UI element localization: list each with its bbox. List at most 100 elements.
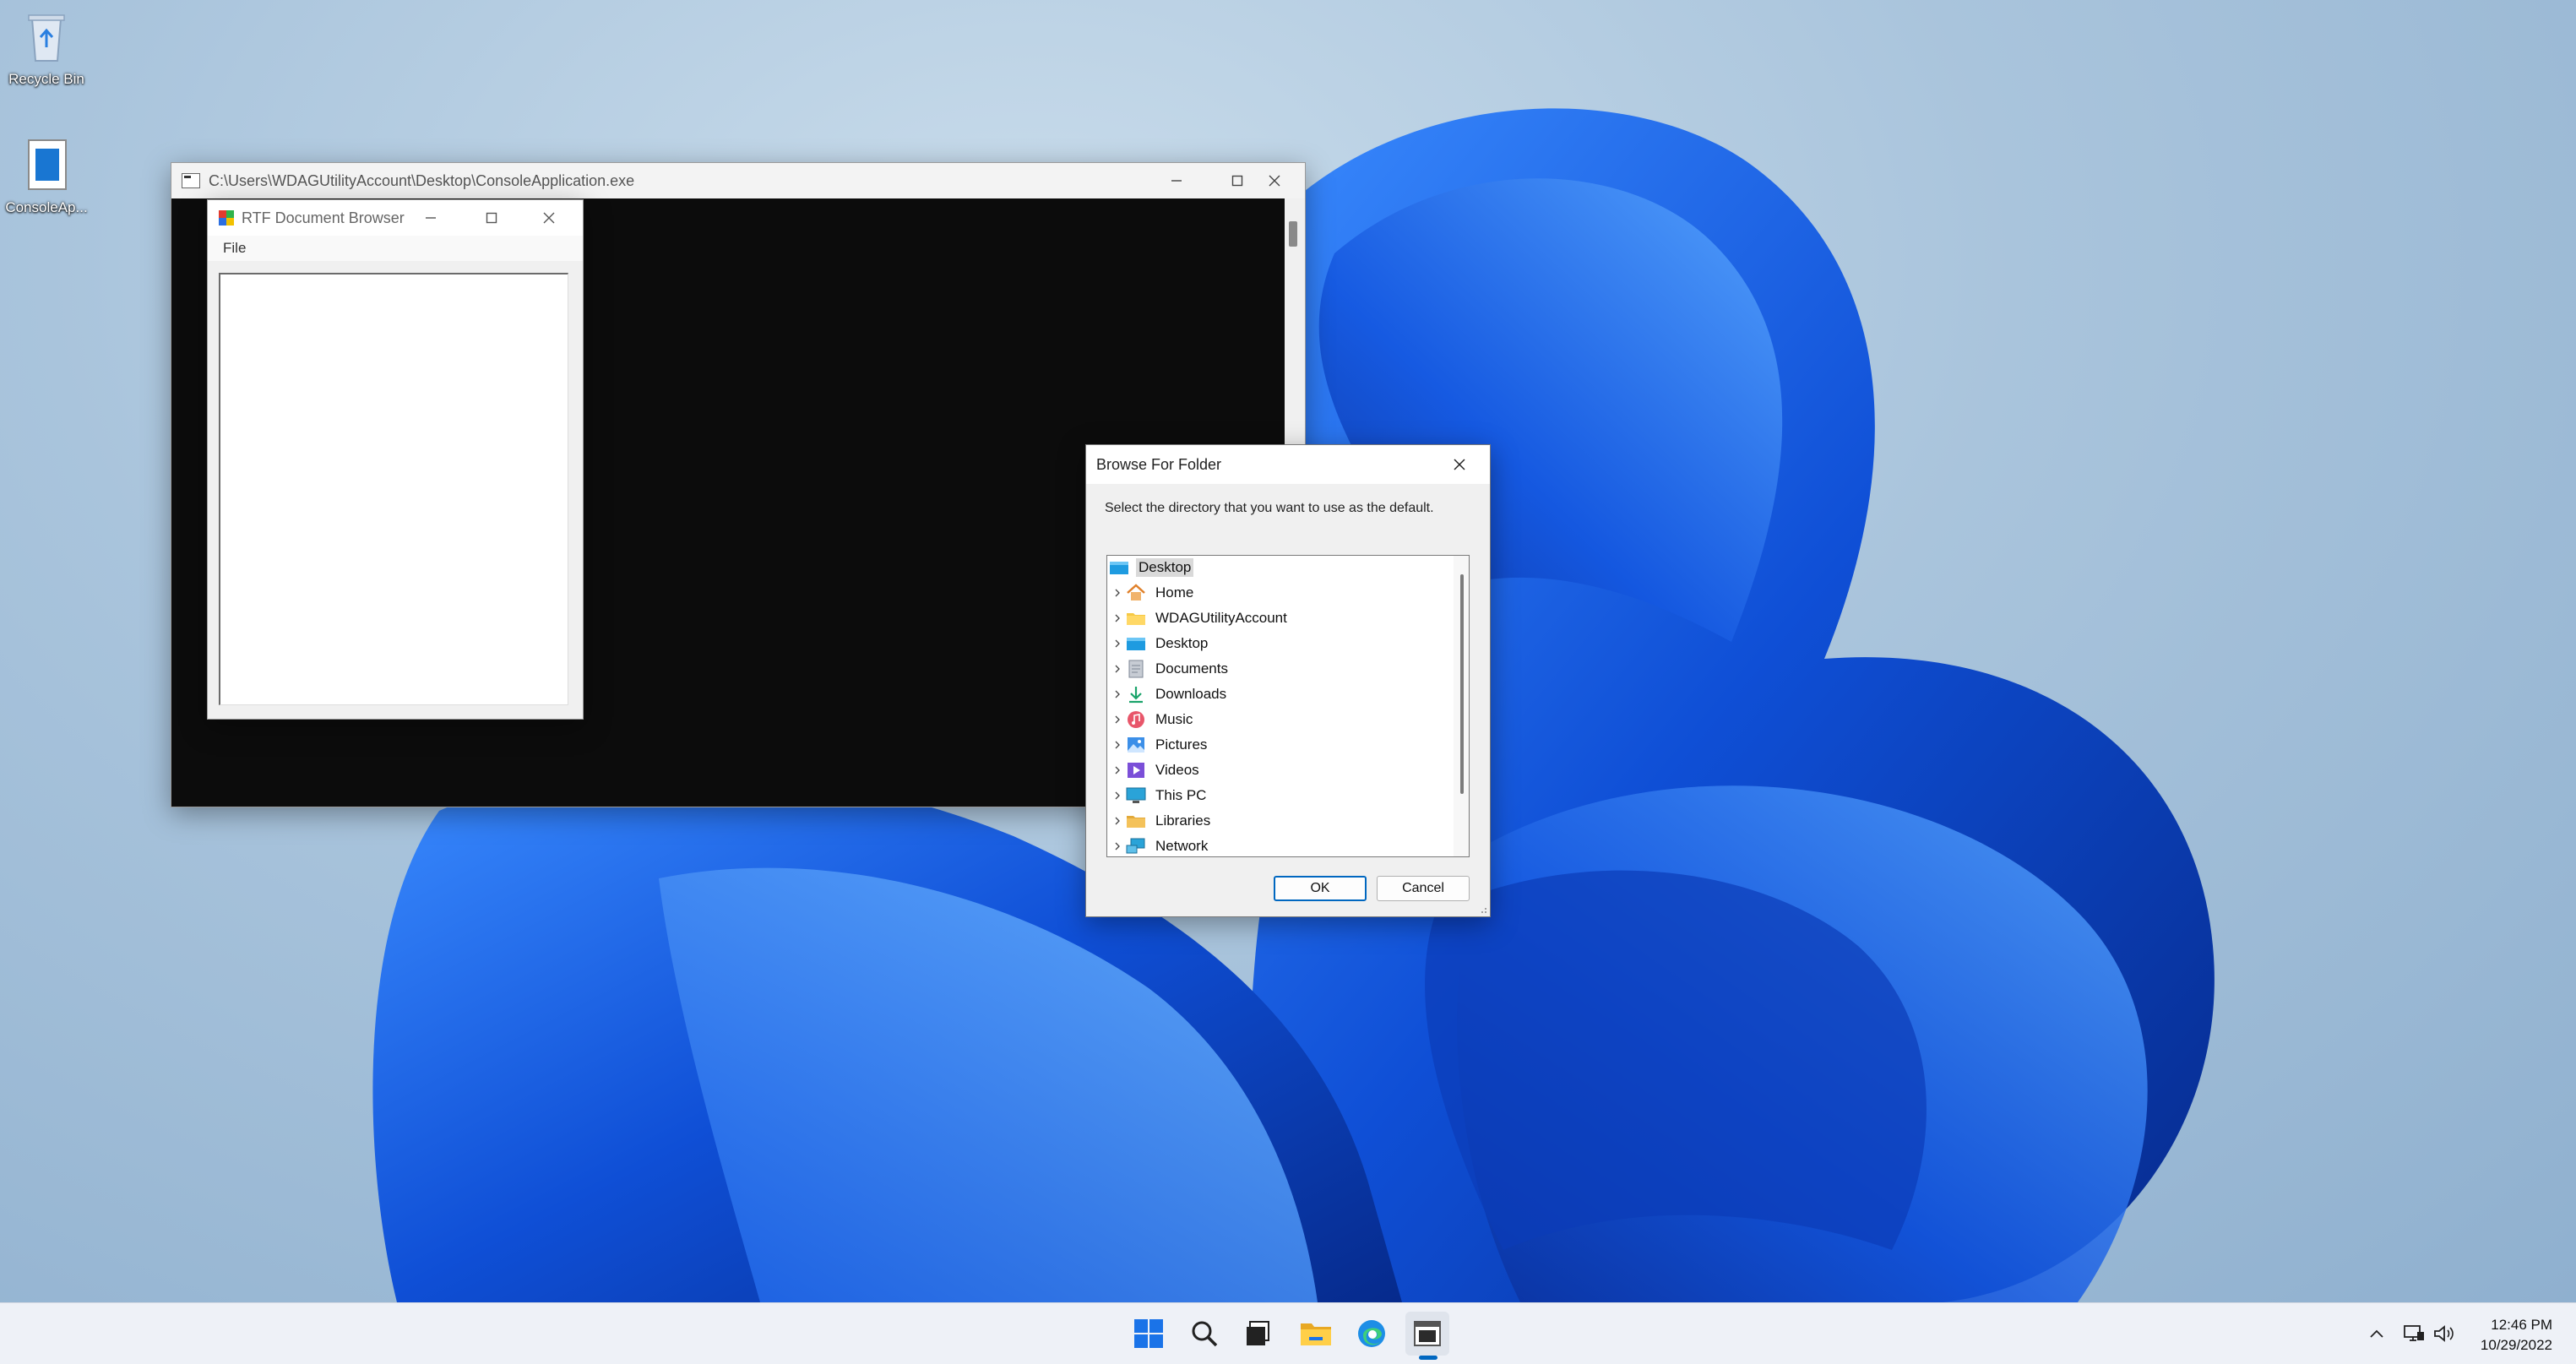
menu-file[interactable]: File	[218, 236, 251, 261]
tree-item-wdagutilityaccount[interactable]: WDAGUtilityAccount	[1109, 606, 1290, 630]
tree-item-label: WDAGUtilityAccount	[1155, 610, 1287, 626]
console-scrollbar-thumb[interactable]	[1289, 221, 1297, 247]
chevron-right-icon[interactable]	[1109, 708, 1126, 731]
close-icon	[1454, 459, 1465, 470]
tree-item-label: Downloads	[1155, 686, 1227, 702]
recycle-bin-icon	[17, 7, 76, 66]
chevron-right-icon[interactable]	[1109, 733, 1126, 757]
tree-item-label: Network	[1155, 838, 1209, 854]
tree-item-music[interactable]: Music	[1109, 708, 1195, 731]
file-explorer-button[interactable]	[1294, 1312, 1338, 1356]
tree-item-label: Videos	[1155, 762, 1199, 778]
close-icon	[543, 212, 555, 224]
console-app-taskbar-button[interactable]	[1405, 1312, 1449, 1356]
chevron-right-icon[interactable]	[1109, 632, 1126, 655]
taskbar: 12:46 PM 10/29/2022	[0, 1302, 2576, 1364]
search-icon	[1192, 1321, 1218, 1347]
console-title: C:\Users\WDAGUtilityAccount\Desktop\Cons…	[209, 171, 635, 189]
tree-item-label: Desktop	[1136, 558, 1194, 577]
task-view-button[interactable]	[1236, 1312, 1280, 1356]
network-tray-button[interactable]	[2402, 1322, 2426, 1345]
desktop-icon-label: Recycle Bin	[8, 71, 84, 87]
browse-close-button[interactable]	[1429, 445, 1490, 484]
console-minimize-button[interactable]	[1146, 163, 1207, 198]
chevron-right-icon[interactable]	[1109, 834, 1126, 856]
show-hidden-icons-button[interactable]	[2365, 1322, 2389, 1345]
console-app-icon	[1414, 1321, 1441, 1346]
start-icon	[1134, 1319, 1163, 1348]
console-window-icon	[182, 173, 200, 188]
clock-time: 12:46 PM	[2491, 1317, 2552, 1333]
tree-item-desktop-root[interactable]: Desktop	[1109, 556, 1194, 579]
videos-icon	[1126, 761, 1146, 780]
tree-item-this-pc[interactable]: This PC	[1109, 784, 1209, 807]
tree-item-pictures[interactable]: Pictures	[1109, 733, 1209, 757]
edge-button[interactable]	[1350, 1312, 1394, 1356]
volume-tray-button[interactable]	[2432, 1322, 2456, 1345]
folder-tree[interactable]: Desktop Home WDAGUtilityAccount Desktop …	[1106, 555, 1470, 857]
clock[interactable]: 12:46 PM 10/29/2022	[2481, 1315, 2552, 1356]
pictures-icon	[1126, 736, 1146, 754]
clock-date: 10/29/2022	[2480, 1337, 2552, 1353]
downloads-icon	[1126, 685, 1146, 704]
chevron-right-icon[interactable]	[1109, 581, 1126, 605]
console-app-icon	[17, 135, 76, 194]
user-folder-icon	[1126, 609, 1146, 628]
rtf-menubar	[208, 236, 583, 261]
resize-grip-icon[interactable]	[1479, 905, 1487, 914]
tree-item-documents[interactable]: Documents	[1109, 657, 1231, 681]
console-close-button[interactable]	[1244, 163, 1305, 198]
browse-description: Select the directory that you want to us…	[1105, 501, 1434, 515]
desktop-icon-console-app[interactable]: ConsoleAp...	[0, 135, 93, 216]
chevron-up-icon	[2370, 1329, 2383, 1338]
file-explorer-icon	[1301, 1323, 1331, 1345]
edge-icon	[1358, 1320, 1385, 1347]
cancel-button[interactable]: Cancel	[1377, 876, 1470, 901]
browse-folder-dialog[interactable]: Browse For Folder Select the directory t…	[1085, 444, 1491, 917]
music-icon	[1126, 710, 1146, 729]
tree-item-label: Documents	[1155, 660, 1228, 677]
chevron-right-icon[interactable]	[1109, 682, 1126, 706]
desktop-folder-icon	[1126, 634, 1146, 653]
ok-button[interactable]: OK	[1274, 876, 1367, 901]
close-icon	[1269, 175, 1280, 187]
tree-item-network[interactable]: Network	[1109, 834, 1210, 856]
chevron-right-icon[interactable]	[1109, 809, 1126, 833]
browse-title: Browse For Folder	[1096, 455, 1222, 473]
rtf-window[interactable]: RTF Document Browser File	[207, 199, 584, 720]
network-icon	[1126, 837, 1146, 856]
tree-item-label: Home	[1155, 584, 1194, 600]
console-titlebar[interactable]: C:\Users\WDAGUtilityAccount\Desktop\Cons…	[171, 163, 1305, 198]
this-pc-icon	[1126, 786, 1146, 805]
tree-item-videos[interactable]: Videos	[1109, 758, 1202, 782]
network-icon	[2404, 1325, 2424, 1341]
tree-item-downloads[interactable]: Downloads	[1109, 682, 1229, 706]
active-app-indicator	[1419, 1356, 1437, 1360]
desktop-icon-label: ConsoleAp...	[5, 199, 88, 215]
rtf-minimize-button[interactable]	[405, 200, 456, 236]
rtf-document-textbox[interactable]	[219, 273, 568, 705]
chevron-right-icon[interactable]	[1109, 758, 1126, 782]
tree-item-label: Pictures	[1155, 736, 1208, 753]
desktop-folder-icon	[1109, 558, 1129, 577]
rtf-title: RTF Document Browser	[242, 209, 405, 226]
volume-icon	[2434, 1325, 2454, 1342]
tree-scrollbar-thumb[interactable]	[1460, 574, 1464, 794]
tree-item-desktop[interactable]: Desktop	[1109, 632, 1210, 655]
start-button[interactable]	[1127, 1312, 1171, 1356]
chevron-right-icon[interactable]	[1109, 606, 1126, 630]
tree-item-label: Desktop	[1155, 635, 1209, 651]
search-button[interactable]	[1182, 1312, 1226, 1356]
tree-item-home[interactable]: Home	[1109, 581, 1196, 605]
rtf-close-button[interactable]	[524, 200, 574, 236]
tree-item-label: Music	[1155, 711, 1193, 727]
rtf-maximize-button[interactable]	[466, 200, 517, 236]
tree-item-libraries[interactable]: Libraries	[1109, 809, 1213, 833]
chevron-right-icon[interactable]	[1109, 784, 1126, 807]
desktop-icon-recycle-bin[interactable]: Recycle Bin	[0, 7, 93, 88]
tree-item-label: This PC	[1155, 787, 1207, 803]
chevron-right-icon[interactable]	[1109, 657, 1126, 681]
task-view-icon	[1247, 1321, 1269, 1345]
tree-item-label: Libraries	[1155, 812, 1211, 829]
documents-icon	[1126, 660, 1146, 678]
